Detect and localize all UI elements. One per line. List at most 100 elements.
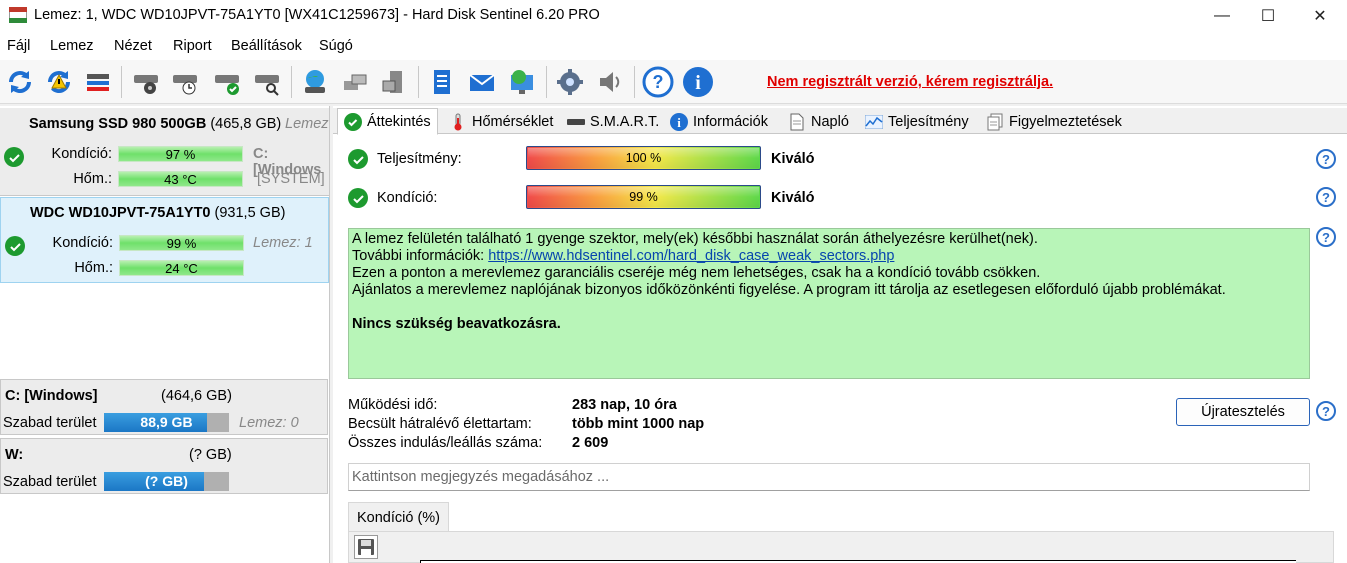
refresh-icon[interactable] xyxy=(2,64,38,100)
volume-name: W: xyxy=(5,447,24,463)
info-action-text: Nincs szükség beavatkozásra. xyxy=(352,316,561,332)
description-help-icon[interactable]: ? xyxy=(1316,227,1336,247)
monitor-globe-icon[interactable] xyxy=(504,64,540,100)
refresh-warning-icon[interactable] xyxy=(41,64,77,100)
register-link[interactable]: Nem regisztrált verzió, kérem regisztrál… xyxy=(767,74,1053,90)
status-ok-icon xyxy=(5,236,25,256)
menu-disk[interactable]: Lemez xyxy=(50,38,94,54)
toolbar-separator xyxy=(418,66,419,98)
tab-overview[interactable]: Áttekintés xyxy=(337,108,438,135)
menu-help[interactable]: Súgó xyxy=(319,38,353,54)
chart-panel xyxy=(348,531,1334,563)
performance-rating: Kiváló xyxy=(771,151,815,167)
minimize-button[interactable]: — xyxy=(1199,0,1245,32)
close-button[interactable]: ✕ xyxy=(1297,0,1343,32)
performance-value: 100 % xyxy=(625,151,662,165)
speaker-icon[interactable] xyxy=(592,64,628,100)
condition-label: Kondíció: xyxy=(52,235,113,251)
info-icon: i xyxy=(670,112,688,131)
tab-smart[interactable]: S.M.A.R.T. xyxy=(561,108,665,135)
save-chart-button[interactable] xyxy=(354,535,378,559)
more-info-link[interactable]: https://www.hdsentinel.com/hard_disk_cas… xyxy=(488,248,894,264)
volume-card-w[interactable]: W: (? GB) Szabad terület (? GB) xyxy=(0,438,328,494)
start-count-value: 2 609 xyxy=(572,435,609,451)
network-icon[interactable] xyxy=(337,64,373,100)
info-text-line: Ajánlatos a merevlemez naplójának bizony… xyxy=(352,282,1226,298)
disk-test-icon[interactable] xyxy=(128,64,164,100)
tab-label: S.M.A.R.T. xyxy=(590,113,660,130)
menu-bar: Fájl Lemez Nézet Riport Beállítások Súgó xyxy=(0,32,1347,60)
free-space-label: Szabad terület xyxy=(3,474,97,490)
free-space-value: 88,9 GB xyxy=(140,414,193,430)
volume-size: (? GB) xyxy=(189,447,232,463)
toolbar-separator xyxy=(634,66,635,98)
tab-information[interactable]: i Információk xyxy=(664,108,774,135)
tab-label: Figyelmeztetések xyxy=(1009,113,1122,130)
tab-condition-chart[interactable]: Kondíció (%) xyxy=(348,502,450,532)
condition-value: 99 % xyxy=(629,190,658,204)
document-icon xyxy=(788,113,806,131)
window-title: Lemez: 1, WDC WD10JPVT-75A1YT0 [WX41C125… xyxy=(34,7,600,23)
menu-report[interactable]: Riport xyxy=(173,38,212,54)
tab-performance[interactable]: Teljesítmény xyxy=(859,108,975,135)
disk-schedule-icon[interactable] xyxy=(167,64,203,100)
note-input[interactable] xyxy=(348,463,1310,491)
check-circle-icon xyxy=(344,112,362,131)
menu-view[interactable]: Nézet xyxy=(114,38,152,54)
mail-icon[interactable] xyxy=(464,64,500,100)
remaining-life-label: Becsült hátralévő élettartam: xyxy=(348,416,532,432)
status-description-box: A lemez felületén található 1 gyenge sze… xyxy=(348,228,1310,379)
retest-button[interactable]: Újratesztelés xyxy=(1176,398,1310,426)
info-text-line: Ezen a ponton a merevlemez garanciális c… xyxy=(352,265,1041,281)
thermometer-icon xyxy=(449,113,467,131)
toolbar-separator xyxy=(546,66,547,98)
uptime-label: Működési idő: xyxy=(348,397,438,413)
temperature-label: Hőm.: xyxy=(74,260,113,276)
condition-ok-icon xyxy=(348,188,368,208)
disk-card-samsung[interactable]: Samsung SSD 980 500GB (465,8 GB) Lemez K… xyxy=(0,108,329,196)
tab-log[interactable]: Napló xyxy=(782,108,855,135)
volume-card-c[interactable]: C: [Windows] (464,6 GB) Szabad terület 8… xyxy=(0,379,328,435)
volume-size: (464,6 GB) xyxy=(161,388,232,404)
condition-label: Kondíció: xyxy=(377,190,438,206)
notepad-icon[interactable] xyxy=(424,64,460,100)
toolbar: ? i xyxy=(0,60,1347,104)
status-ok-icon xyxy=(4,147,24,167)
disk-list-icon[interactable] xyxy=(80,64,116,100)
tab-temperature[interactable]: Hőmérséklet xyxy=(443,108,559,135)
start-count-label: Összes indulás/leállás száma: xyxy=(348,435,543,451)
tab-label: Napló xyxy=(811,113,849,130)
free-space-label: Szabad terület xyxy=(3,415,97,431)
tab-warnings[interactable]: Figyelmeztetések xyxy=(980,108,1128,135)
disk-list-panel: Samsung SSD 980 500GB (465,8 GB) Lemez K… xyxy=(0,106,330,563)
disk-extra: Lemez xyxy=(285,116,329,132)
retest-help-icon[interactable]: ? xyxy=(1316,401,1336,421)
disk-search-icon[interactable] xyxy=(249,64,285,100)
settings-gear-icon[interactable] xyxy=(552,64,588,100)
disk-index-label: Lemez: 1 xyxy=(253,235,313,251)
performance-label: Teljesítmény: xyxy=(377,151,462,167)
performance-help-icon[interactable]: ? xyxy=(1316,149,1336,169)
temperature-bar: 24 °C xyxy=(119,260,244,276)
volume-name: C: [Windows] xyxy=(5,388,98,404)
volume-disk-label: Lemez: 0 xyxy=(239,415,299,431)
help-icon[interactable]: ? xyxy=(640,64,676,100)
disk-icon xyxy=(567,113,585,131)
maximize-button[interactable]: ☐ xyxy=(1245,0,1291,32)
chart-icon xyxy=(865,113,883,131)
uptime-value: 283 nap, 10 óra xyxy=(572,397,677,413)
tab-label: Információk xyxy=(693,113,768,130)
server-icon[interactable] xyxy=(377,64,413,100)
condition-rating: Kiváló xyxy=(771,190,815,206)
globe-disk-icon[interactable] xyxy=(297,64,333,100)
menu-file[interactable]: Fájl xyxy=(7,38,30,54)
menu-settings[interactable]: Beállítások xyxy=(231,38,302,54)
info-icon[interactable]: i xyxy=(680,64,716,100)
condition-label: Kondíció: xyxy=(51,146,112,162)
tab-label: Teljesítmény xyxy=(888,113,969,130)
condition-help-icon[interactable]: ? xyxy=(1316,187,1336,207)
disk-card-wdc[interactable]: WDC WD10JPVT-75A1YT0 (931,5 GB) Kondíció… xyxy=(0,197,329,283)
tab-label: Hőmérséklet xyxy=(472,113,554,130)
disk-check-icon[interactable] xyxy=(209,64,245,100)
remaining-life-value: több mint 1000 nap xyxy=(572,416,705,432)
